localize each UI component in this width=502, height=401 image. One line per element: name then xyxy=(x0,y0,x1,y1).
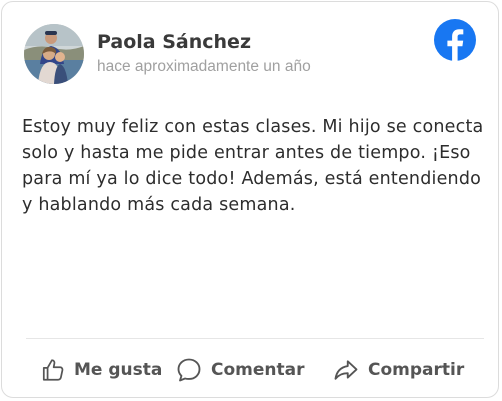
share-arrow-icon xyxy=(334,360,358,380)
share-label: Compartir xyxy=(368,360,465,380)
avatar[interactable] xyxy=(24,24,84,84)
share-button[interactable]: Compartir xyxy=(332,352,464,388)
like-button[interactable]: Me gusta xyxy=(40,352,162,388)
post-card: Paola Sánchez hace aproximadamente un añ… xyxy=(1,1,499,398)
post-body: Estoy muy feliz con estas clases. Mi hij… xyxy=(22,117,484,215)
post-timestamp[interactable]: hace aproximadamente un año xyxy=(97,58,311,76)
comment-bubble-icon xyxy=(177,358,201,382)
author-name[interactable]: Paola Sánchez xyxy=(97,31,251,53)
facebook-icon[interactable] xyxy=(434,19,476,61)
comment-button[interactable]: Comentar xyxy=(175,352,304,388)
comment-label: Comentar xyxy=(211,360,305,380)
divider xyxy=(26,338,484,339)
avatar-photo xyxy=(24,24,84,84)
like-label: Me gusta xyxy=(74,360,163,380)
thumbs-up-icon xyxy=(42,359,64,381)
